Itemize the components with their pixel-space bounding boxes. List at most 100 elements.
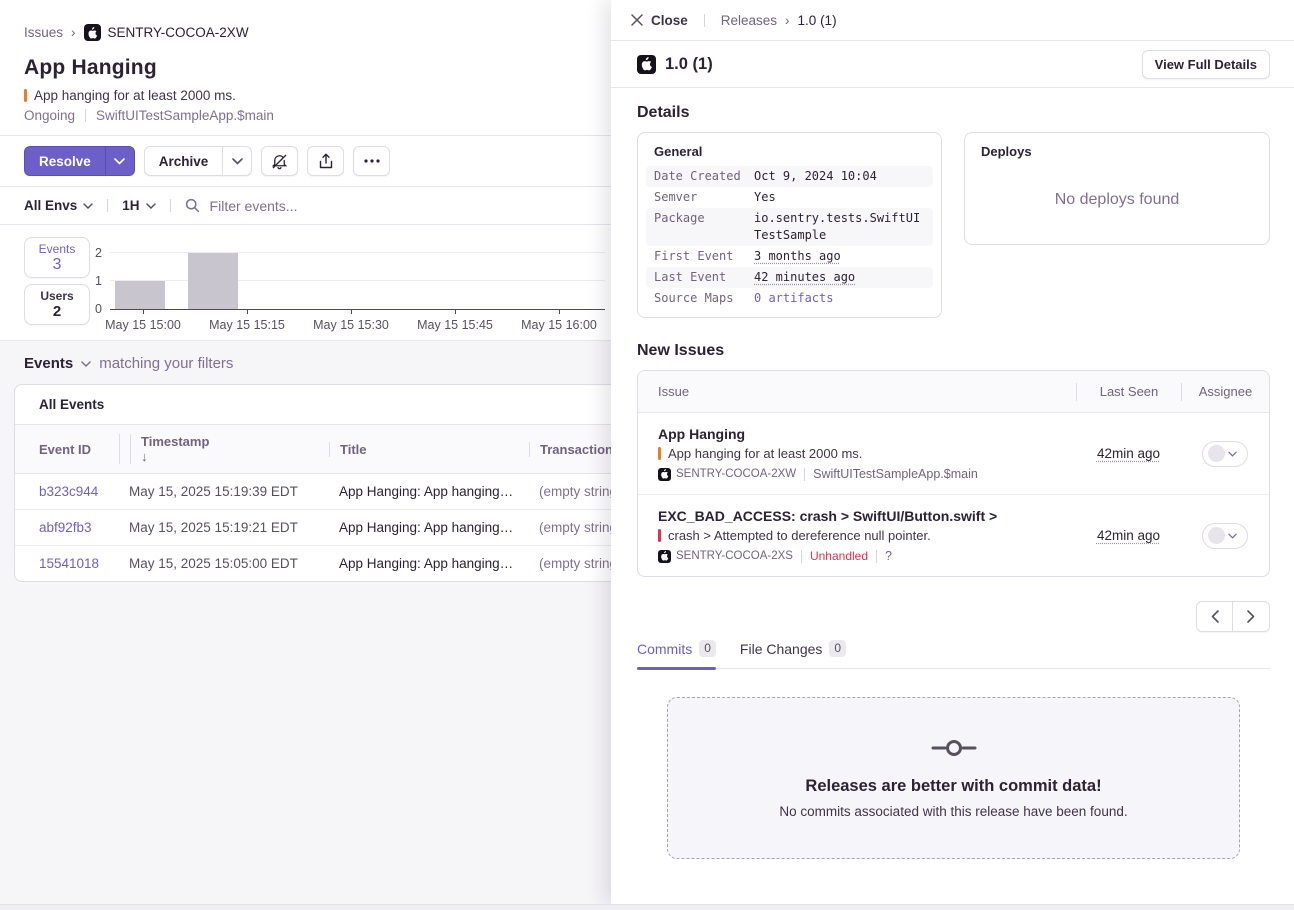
general-card-title: General — [646, 144, 933, 166]
event-table-row: abf92fb3 May 15, 2025 15:19:21 EDT App H… — [15, 510, 612, 546]
chart-bar — [115, 281, 165, 309]
column-timestamp[interactable]: Timestamp ↓ — [119, 434, 315, 464]
kv-key: Source Maps — [654, 290, 754, 307]
horizontal-scrollbar[interactable] — [0, 904, 1294, 910]
view-full-details-button[interactable]: View Full Details — [1142, 50, 1270, 79]
event-id-link[interactable]: b323c944 — [15, 474, 105, 510]
archive-dropdown-button[interactable] — [222, 146, 252, 176]
events-body: Events matching your filters All Events … — [0, 341, 612, 904]
issue-action-bar: Resolve Archive — [0, 135, 612, 186]
column-title[interactable]: Title — [329, 442, 515, 457]
tab-commits[interactable]: Commits 0 — [637, 640, 716, 668]
divider — [85, 109, 86, 122]
commits-empty-subtitle: No commits associated with this release … — [779, 804, 1127, 819]
avatar — [1208, 445, 1225, 462]
breadcrumb-sep-icon: › — [71, 25, 76, 40]
breadcrumb-releases[interactable]: Releases — [721, 13, 777, 28]
kv-row-semver: Semver Yes — [646, 187, 933, 208]
events-dataset-selector[interactable]: Events — [24, 355, 73, 372]
project-slug: SENTRY-COCOA-2XW — [676, 468, 796, 480]
resolve-button[interactable]: Resolve — [24, 146, 106, 176]
events-stat-value: 3 — [53, 256, 62, 273]
kv-value-tooltip: 42 minutes ago — [754, 269, 925, 286]
more-actions-button[interactable] — [353, 146, 390, 176]
chevron-down-icon — [81, 361, 91, 367]
column-issue: Issue — [638, 384, 1076, 399]
share-button[interactable] — [307, 146, 344, 176]
issue-link[interactable]: App Hanging — [658, 426, 1076, 442]
issue-transaction: SwiftUITestSampleApp.$main — [96, 108, 274, 123]
details-cards-row: General Date Created Oct 9, 2024 10:04 S… — [637, 132, 1270, 318]
event-title: App Hanging: App hanging for at least 20… — [315, 474, 515, 510]
axis-tickmark — [455, 310, 456, 314]
chart-gridline — [110, 280, 605, 281]
last-seen-value: 42min ago — [1076, 528, 1181, 543]
sort-desc-icon: ↓ — [130, 449, 315, 464]
issue-meta-line: Ongoing SwiftUITestSampleApp.$main — [24, 108, 588, 123]
x-axis-tick-label: May 15 15:15 — [209, 318, 285, 332]
issue-title: App Hanging — [24, 56, 588, 80]
event-id-link[interactable]: abf92fb3 — [15, 510, 105, 546]
kv-row-date-created: Date Created Oct 9, 2024 10:04 — [646, 166, 933, 187]
resolve-dropdown-button[interactable] — [105, 146, 135, 176]
issue-link[interactable]: EXC_BAD_ACCESS: crash > SwiftUI/Button.s… — [658, 508, 1076, 524]
divider — [704, 14, 705, 27]
kv-key: First Event — [654, 248, 754, 265]
close-drawer-button[interactable]: Close — [631, 13, 688, 28]
time-range-label: 1H — [122, 198, 139, 213]
drawer-topbar: Close Releases › 1.0 (1) — [611, 0, 1294, 41]
column-last-seen: Last Seen — [1076, 383, 1181, 401]
chevron-down-icon — [83, 203, 93, 209]
tab-file-changes[interactable]: File Changes 0 — [740, 640, 846, 668]
issue-message: crash > Attempted to dereference null po… — [668, 528, 931, 543]
mute-icon — [271, 153, 288, 170]
event-id-link[interactable]: 15541018 — [15, 546, 105, 582]
time-range-selector[interactable]: 1H — [122, 198, 155, 213]
unhandled-tag: Unhandled — [810, 549, 868, 563]
filter-events-input[interactable]: Filter events... — [185, 198, 588, 214]
issue-message-line: App hanging for at least 2000 ms. — [658, 446, 1076, 461]
events-table-header: Event ID Timestamp ↓ Title Transaction — [15, 425, 612, 474]
level-indicator-warning — [658, 447, 661, 460]
issue-header: Issues › SENTRY-COCOA-2XW App Hanging Ap… — [0, 0, 612, 135]
kv-key: Package — [654, 210, 754, 244]
commits-count-badge: 0 — [699, 640, 716, 657]
divider — [107, 199, 108, 212]
environment-selector[interactable]: All Envs — [24, 198, 93, 213]
artifacts-link[interactable]: 0 artifacts — [754, 290, 925, 307]
archive-button[interactable]: Archive — [144, 146, 224, 176]
assignee-cell — [1181, 523, 1269, 549]
x-axis-tick-label: May 15 15:30 — [313, 318, 389, 332]
mute-button[interactable] — [261, 146, 298, 176]
pagination-previous-button[interactable] — [1197, 602, 1233, 631]
filter-events-placeholder: Filter events... — [210, 198, 298, 214]
close-label: Close — [651, 13, 688, 28]
breadcrumb-issues[interactable]: Issues — [24, 25, 63, 40]
chart-bar — [188, 253, 238, 309]
chevron-down-icon — [114, 158, 125, 165]
pagination-next-button[interactable] — [1233, 602, 1269, 631]
general-card: General Date Created Oct 9, 2024 10:04 S… — [637, 132, 942, 318]
unhandled-hint[interactable]: ? — [885, 549, 892, 563]
level-indicator-warning — [24, 89, 27, 102]
breadcrumb-project: SENTRY-COCOA-2XW — [84, 24, 249, 41]
assignee-dropdown[interactable] — [1202, 441, 1248, 467]
column-transaction[interactable]: Transaction — [529, 442, 612, 457]
column-assignee: Assignee — [1181, 383, 1269, 401]
column-event-id[interactable]: Event ID — [29, 442, 105, 457]
breadcrumb-release-version: 1.0 (1) — [798, 13, 837, 28]
release-titlebar: 1.0 (1) View Full Details — [611, 41, 1294, 88]
event-title: App Hanging: App hanging for at least 20… — [315, 510, 515, 546]
event-table-row: b323c944 May 15, 2025 15:19:39 EDT App H… — [15, 474, 612, 510]
y-axis-tick-label: 1 — [80, 274, 102, 288]
project-badge: SENTRY-COCOA-2XW — [658, 468, 796, 481]
x-axis-tick-label: May 15 16:00 — [521, 318, 597, 332]
divider — [804, 468, 805, 481]
kv-key: Last Event — [654, 269, 754, 286]
axis-tickmark — [559, 310, 560, 314]
assignee-dropdown[interactable] — [1202, 523, 1248, 549]
chart-gridline — [110, 252, 605, 253]
events-heading: Events matching your filters — [14, 355, 598, 384]
breadcrumb-sep-icon: › — [785, 13, 790, 28]
breadcrumb-project-id[interactable]: SENTRY-COCOA-2XW — [108, 25, 249, 40]
